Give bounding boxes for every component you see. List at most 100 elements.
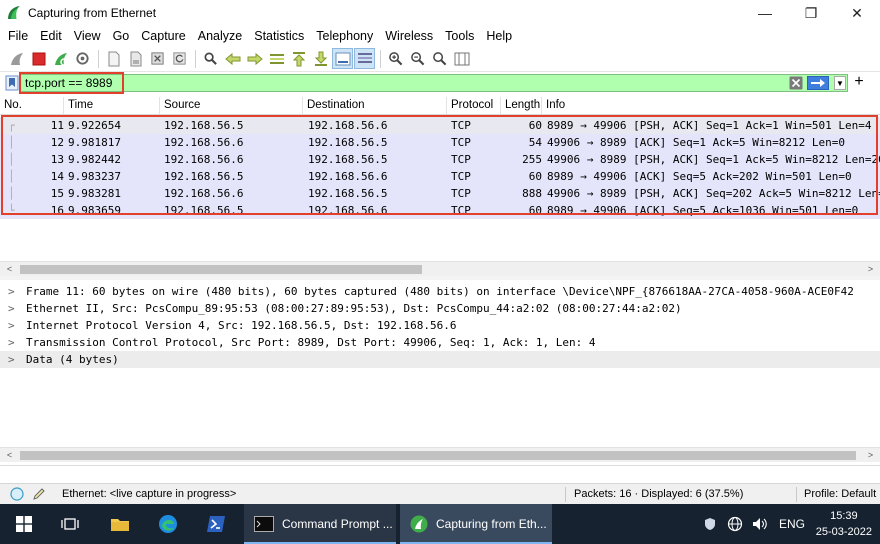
arrow-right-icon bbox=[247, 52, 263, 65]
auto-scroll-button[interactable] bbox=[332, 48, 353, 69]
packet-row[interactable]: │ 13 9.982442 192.168.56.6 192.168.56.5 … bbox=[0, 151, 880, 168]
menu-file[interactable]: File bbox=[0, 29, 34, 43]
detail-row-data[interactable]: > Data (4 bytes) bbox=[0, 351, 880, 368]
resize-columns-button[interactable] bbox=[451, 48, 472, 69]
start-capture-button[interactable] bbox=[6, 48, 27, 69]
column-header-source[interactable]: Source bbox=[160, 97, 303, 114]
zoom-normal-button[interactable] bbox=[429, 48, 450, 69]
column-header-info[interactable]: Info bbox=[542, 97, 880, 114]
maximize-button[interactable]: ❐ bbox=[788, 0, 834, 26]
menu-analyze[interactable]: Analyze bbox=[192, 29, 248, 43]
taskbar-clock[interactable]: 15:39 25-03-2022 bbox=[816, 508, 872, 540]
profile-text[interactable]: Profile: Default bbox=[804, 484, 876, 505]
stop-capture-button[interactable] bbox=[28, 48, 49, 69]
tree-line: │ bbox=[8, 153, 15, 166]
scroll-left-icon[interactable]: < bbox=[2, 262, 17, 277]
colorize-icon bbox=[357, 52, 372, 63]
expert-info-icon[interactable] bbox=[10, 487, 24, 501]
restart-capture-button[interactable] bbox=[50, 48, 71, 69]
close-button[interactable]: ✕ bbox=[834, 0, 880, 26]
go-last-button[interactable] bbox=[310, 48, 331, 69]
language-indicator[interactable]: ENG bbox=[779, 517, 805, 531]
chevron-right-icon[interactable]: > bbox=[8, 283, 15, 300]
chevron-right-icon[interactable]: > bbox=[8, 317, 15, 334]
column-header-destination[interactable]: Destination bbox=[303, 97, 447, 114]
reload-file-button[interactable] bbox=[169, 48, 190, 69]
minimize-button[interactable]: — bbox=[742, 0, 788, 26]
packet-row[interactable]: ┌ 11 9.922654 192.168.56.5 192.168.56.6 … bbox=[0, 117, 880, 134]
column-header-no[interactable]: No. bbox=[0, 97, 64, 114]
packet-row[interactable]: │ 12 9.981817 192.168.56.6 192.168.56.5 … bbox=[0, 134, 880, 151]
scroll-thumb[interactable] bbox=[20, 451, 856, 460]
packet-destination: 192.168.56.5 bbox=[308, 153, 388, 166]
menu-tools[interactable]: Tools bbox=[439, 29, 480, 43]
go-first-button[interactable] bbox=[288, 48, 309, 69]
find-packet-button[interactable] bbox=[200, 48, 221, 69]
security-shield-icon[interactable] bbox=[703, 517, 717, 531]
zoom-out-button[interactable] bbox=[407, 48, 428, 69]
menu-edit[interactable]: Edit bbox=[34, 29, 68, 43]
chevron-right-icon[interactable]: > bbox=[8, 351, 15, 368]
close-file-button[interactable] bbox=[147, 48, 168, 69]
edge-browser-button[interactable] bbox=[150, 504, 186, 544]
reload-icon bbox=[173, 52, 186, 65]
packet-row[interactable]: │ 14 9.983237 192.168.56.5 192.168.56.6 … bbox=[0, 168, 880, 185]
packet-list-hscrollbar[interactable]: < > bbox=[0, 261, 880, 276]
menu-capture[interactable]: Capture bbox=[135, 29, 191, 43]
go-back-button[interactable] bbox=[222, 48, 243, 69]
filter-history-dropdown[interactable]: ▼ bbox=[834, 76, 846, 90]
packet-protocol: TCP bbox=[451, 187, 471, 200]
colorize-button[interactable] bbox=[354, 48, 375, 69]
speaker-icon[interactable] bbox=[751, 516, 769, 532]
powershell-button[interactable] bbox=[198, 504, 234, 544]
detail-text: Internet Protocol Version 4, Src: 192.16… bbox=[26, 319, 457, 332]
scroll-right-icon[interactable]: > bbox=[863, 448, 878, 463]
scroll-thumb[interactable] bbox=[20, 265, 422, 274]
bookmark-icon[interactable] bbox=[5, 75, 19, 91]
packet-length: 60 bbox=[528, 119, 542, 132]
go-forward-button[interactable] bbox=[244, 48, 265, 69]
edit-comment-icon[interactable] bbox=[32, 487, 46, 501]
taskbar-app-command-prompt[interactable]: Command Prompt ... bbox=[244, 504, 396, 544]
taskbar-app-wireshark[interactable]: Capturing from Eth... bbox=[400, 504, 552, 544]
detail-row-tcp[interactable]: > Transmission Control Protocol, Src Por… bbox=[0, 334, 880, 351]
detail-row-ipv4[interactable]: > Internet Protocol Version 4, Src: 192.… bbox=[0, 317, 880, 334]
file-explorer-button[interactable] bbox=[102, 504, 138, 544]
search-icon bbox=[204, 52, 217, 65]
toolbar-separator bbox=[98, 49, 99, 68]
chevron-right-icon[interactable]: > bbox=[8, 300, 15, 317]
menu-telephony[interactable]: Telephony bbox=[310, 29, 379, 43]
menu-wireless[interactable]: Wireless bbox=[379, 29, 439, 43]
column-header-length[interactable]: Length bbox=[501, 97, 542, 114]
capture-options-button[interactable] bbox=[72, 48, 93, 69]
column-header-time[interactable]: Time bbox=[64, 97, 160, 114]
chevron-right-icon[interactable]: > bbox=[8, 334, 15, 351]
start-button[interactable] bbox=[6, 504, 42, 544]
zoom-in-button[interactable] bbox=[385, 48, 406, 69]
go-to-packet-button[interactable] bbox=[266, 48, 287, 69]
packet-row[interactable]: └ 16 9.983659 192.168.56.5 192.168.56.6 … bbox=[0, 202, 880, 219]
menu-view[interactable]: View bbox=[68, 29, 107, 43]
task-view-button[interactable] bbox=[52, 504, 88, 544]
auto-scroll-icon bbox=[335, 52, 350, 65]
scroll-right-icon[interactable]: > bbox=[863, 262, 878, 277]
clear-filter-icon[interactable] bbox=[789, 76, 803, 90]
open-file-button[interactable] bbox=[103, 48, 124, 69]
window-title: Capturing from Ethernet bbox=[28, 6, 157, 20]
menu-statistics[interactable]: Statistics bbox=[248, 29, 310, 43]
details-hscrollbar[interactable]: < > bbox=[0, 447, 880, 462]
detail-row-ethernet[interactable]: > Ethernet II, Src: PcsCompu_89:95:53 (0… bbox=[0, 300, 880, 317]
scroll-left-icon[interactable]: < bbox=[2, 448, 17, 463]
display-filter-input[interactable]: tcp.port == 8989 bbox=[20, 74, 848, 92]
column-header-protocol[interactable]: Protocol bbox=[447, 97, 501, 114]
menu-help[interactable]: Help bbox=[480, 29, 518, 43]
network-globe-icon[interactable] bbox=[727, 516, 743, 532]
packet-no: 11 bbox=[50, 119, 64, 132]
packet-row[interactable]: │ 15 9.983281 192.168.56.6 192.168.56.5 … bbox=[0, 185, 880, 202]
detail-row-frame[interactable]: > Frame 11: 60 bytes on wire (480 bits),… bbox=[0, 283, 880, 300]
save-file-button[interactable] bbox=[125, 48, 146, 69]
menu-go[interactable]: Go bbox=[107, 29, 136, 43]
close-file-icon bbox=[151, 52, 164, 65]
add-filter-button[interactable]: + bbox=[852, 73, 866, 91]
apply-filter-button[interactable] bbox=[807, 76, 829, 90]
